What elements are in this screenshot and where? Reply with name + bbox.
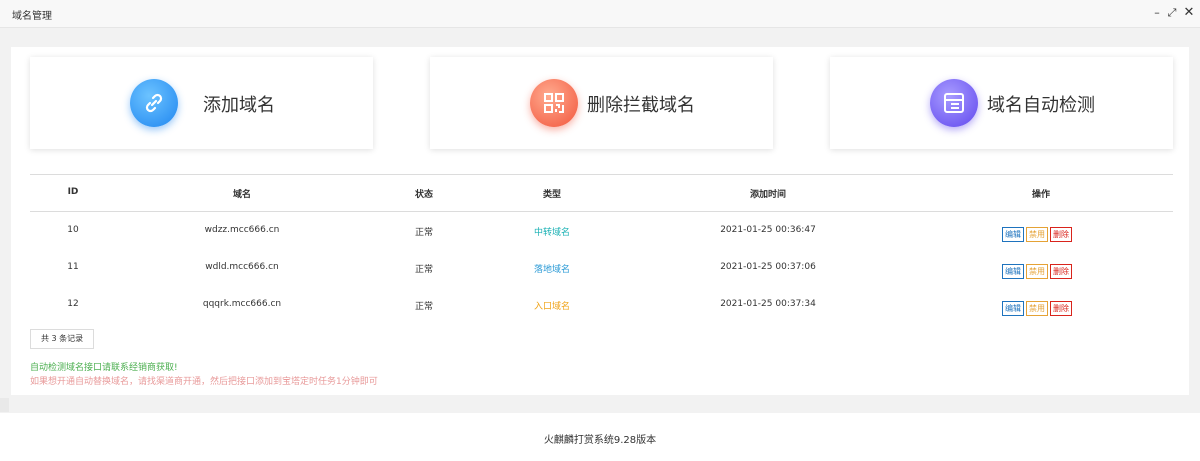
delete-button[interactable]: 删除 [1050,301,1072,316]
table-row: 11 wdld.mcc666.cn 正常 落地域名 2021-01-25 00:… [30,249,1173,286]
cell-id: 12 [67,299,79,309]
content-panel: 添加域名 删除拦截域名 域名自动检测 ID 域名 状态 类型 添加时间 操作 1… [11,47,1189,395]
table-header: ID 域名 状态 类型 添加时间 操作 [30,174,1173,212]
cell-domain: wdld.mcc666.cn [205,262,279,272]
add-domain-card[interactable]: 添加域名 [30,57,373,149]
edit-button[interactable]: 编辑 [1002,301,1024,316]
layout-icon [930,79,978,127]
delete-blocked-domain-label: 删除拦截域名 [587,95,695,116]
cell-type: 入口域名 [533,302,571,312]
cell-status: 正常 [414,228,434,238]
cell-status: 正常 [414,265,434,275]
edit-button[interactable]: 编辑 [1002,264,1024,279]
table-row: 12 qqqrk.mcc666.cn 正常 入口域名 2021-01-25 00… [30,286,1173,323]
cell-id: 10 [67,225,79,235]
cell-time: 2021-01-25 00:37:06 [720,262,816,272]
qrcode-icon [530,79,578,127]
cell-domain: wdzz.mcc666.cn [204,225,280,235]
cell-id: 11 [67,262,79,272]
window-title: 域名管理 [12,11,52,22]
minimize-icon[interactable]: – [1150,6,1164,20]
disable-button[interactable]: 禁用 [1026,227,1048,242]
table-row: 10 wdzz.mcc666.cn 正常 中转域名 2021-01-25 00:… [30,212,1173,249]
delete-button[interactable]: 删除 [1050,227,1072,242]
header-ops: 操作 [1031,190,1051,200]
note-auto-check: 自动检测域名接口请联系经销商获取! [30,363,178,373]
cell-time: 2021-01-25 00:37:34 [720,299,816,309]
domain-table: ID 域名 状态 类型 添加时间 操作 10 wdzz.mcc666.cn 正常… [30,174,1173,323]
cell-type: 落地域名 [533,265,571,275]
header-id: ID [67,187,79,197]
domain-management-window: 域名管理 – ⤢ ✕ 添加域名 删除拦截域名 域名自动检测 ID 域名 状态 类… [0,0,1200,461]
add-domain-label: 添加域名 [203,95,275,116]
domain-auto-check-card[interactable]: 域名自动检测 [830,57,1173,149]
cell-domain: qqqrk.mcc666.cn [202,299,282,309]
link-icon [130,79,178,127]
delete-blocked-domain-card[interactable]: 删除拦截域名 [430,57,773,149]
maximize-icon[interactable]: ⤢ [1165,6,1179,20]
cell-status: 正常 [414,302,434,312]
edit-button[interactable]: 编辑 [1002,227,1024,242]
domain-auto-check-label: 域名自动检测 [987,95,1095,116]
row-actions: 编辑 禁用 删除 [1002,296,1074,316]
side-collapse-handle[interactable] [0,398,9,412]
cell-type: 中转域名 [533,228,571,238]
record-count: 共 3 条记录 [30,329,95,349]
footer: 火麒麟打赏系统9.28版本 [0,413,1200,461]
delete-button[interactable]: 删除 [1050,264,1072,279]
note-auto-replace: 如果想开通自动替换域名，请找渠道商开通，然后把接口添加到宝塔定时任务1分钟即可 [30,377,378,387]
header-domain: 域名 [232,190,252,200]
cell-time: 2021-01-25 00:36:47 [720,225,816,235]
title-bar: 域名管理 – ⤢ ✕ [0,0,1200,28]
footer-version: 火麒麟打赏系统9.28版本 [543,435,657,446]
header-type: 类型 [542,190,562,200]
disable-button[interactable]: 禁用 [1026,264,1048,279]
disable-button[interactable]: 禁用 [1026,301,1048,316]
header-status: 状态 [414,190,434,200]
row-actions: 编辑 禁用 删除 [1002,222,1074,242]
header-time: 添加时间 [749,190,787,200]
close-icon[interactable]: ✕ [1182,6,1196,20]
row-actions: 编辑 禁用 删除 [1002,259,1074,279]
